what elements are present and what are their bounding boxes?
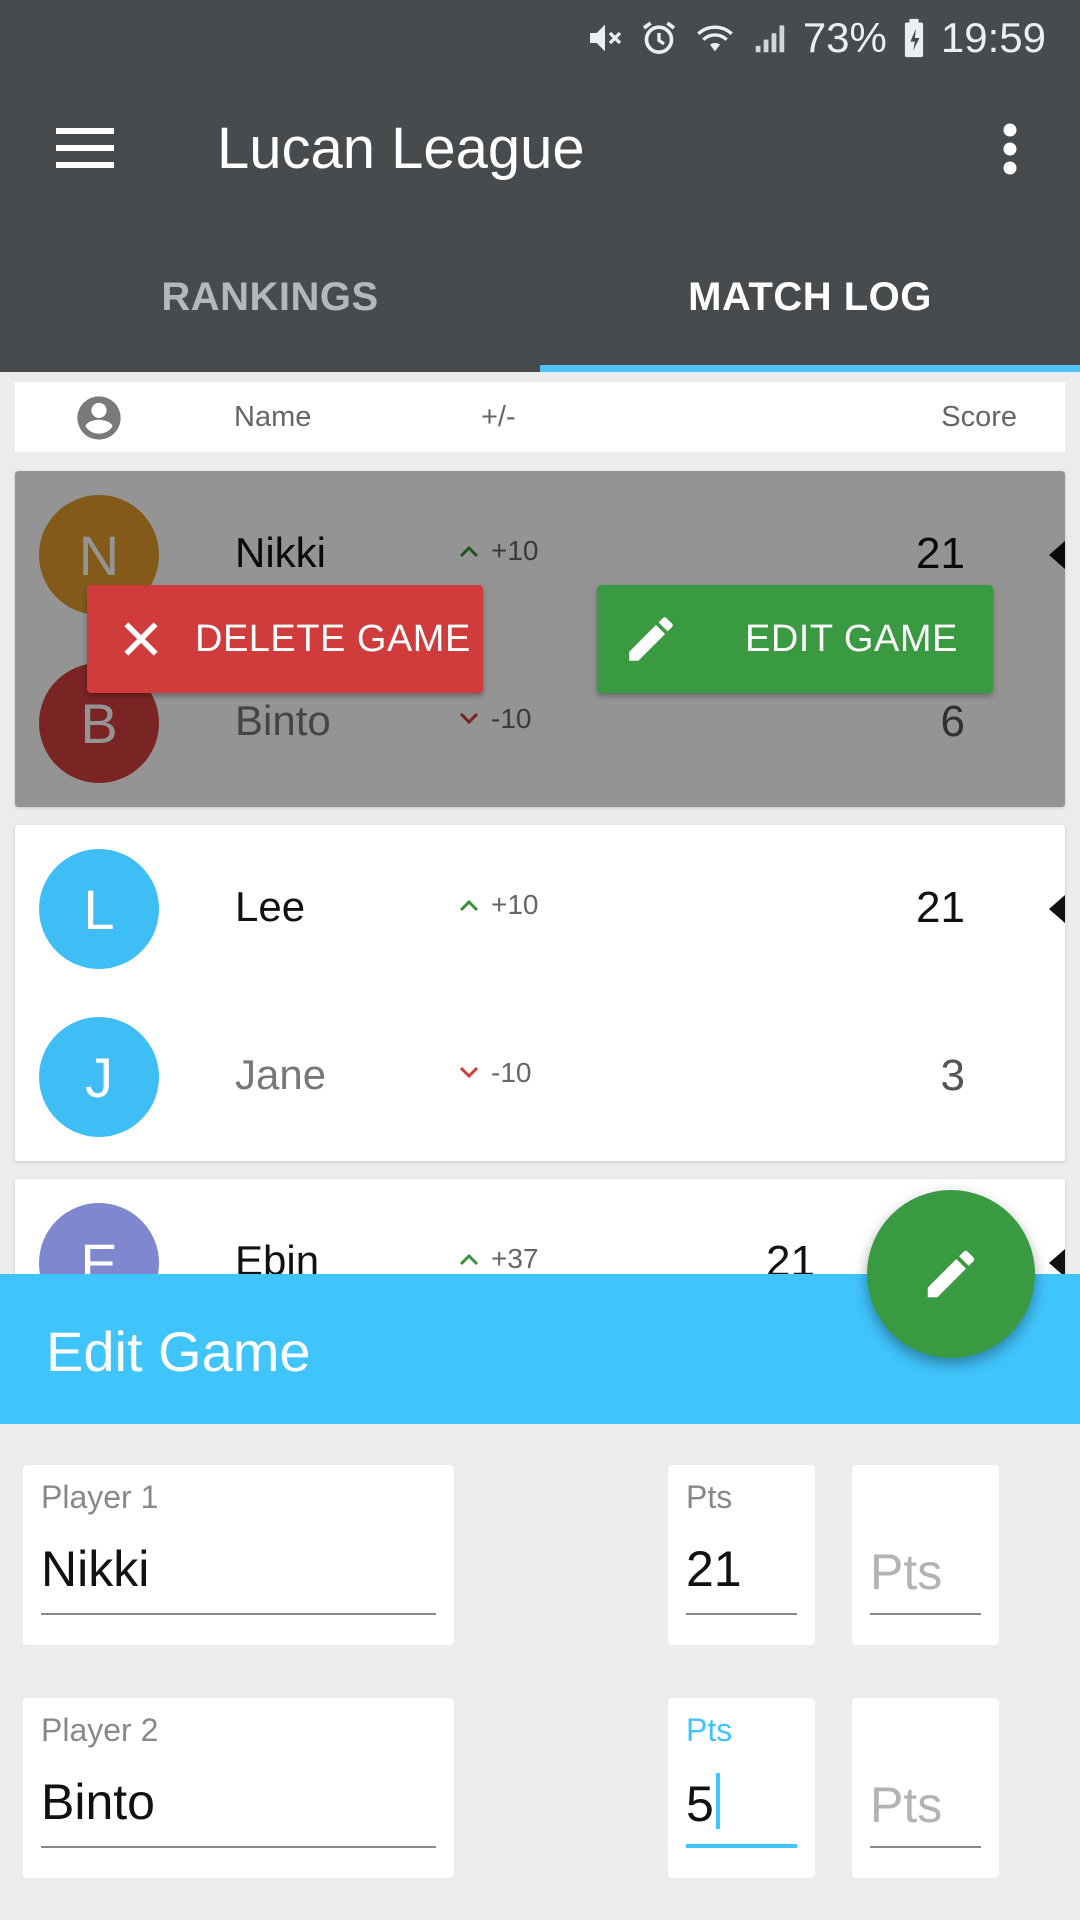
player2-pts2-field[interactable]: Pts (852, 1698, 999, 1878)
column-plus-minus: +/- (481, 401, 516, 433)
app-title: Lucan League (217, 116, 585, 181)
player2-pts-field[interactable]: Pts 5 (668, 1698, 815, 1878)
alarm-icon (639, 18, 679, 58)
tab-indicator (540, 365, 1080, 372)
chevron-down-icon (459, 1066, 479, 1080)
delta-value: +37 (491, 1243, 539, 1274)
delta-value: -10 (491, 1057, 532, 1088)
input-underline (686, 1613, 797, 1615)
status-bar: 73% 19:59 (0, 0, 1080, 75)
winner-marker (1049, 895, 1065, 923)
player-score: 21 (916, 883, 965, 932)
winner-marker (1049, 1249, 1065, 1277)
app-bar: 73% 19:59 Lucan League RANKINGS MATCH LO… (0, 0, 1080, 372)
hamburger-icon (56, 128, 114, 168)
player2-pts-label: Pts (686, 1712, 733, 1748)
player2-field[interactable]: Player 2 Binto (23, 1698, 454, 1878)
player-name: Lee (235, 883, 306, 930)
avatar: L (39, 849, 159, 969)
player-name: Jane (235, 1051, 327, 1098)
player2-label: Player 2 (41, 1712, 159, 1748)
match-log-header: Name +/- Score (15, 382, 1065, 452)
game-card[interactable]: L Lee +10 21 J Jane -10 3 (15, 825, 1065, 1161)
input-underline (870, 1613, 981, 1615)
tab-label: RANKINGS (161, 275, 379, 319)
delete-game-label: DELETE GAME (195, 617, 471, 660)
player1-field[interactable]: Player 1 Nikki (23, 1465, 454, 1645)
tab-rankings[interactable]: RANKINGS (0, 223, 540, 372)
rating-delta: -10 (459, 1057, 531, 1089)
column-name: Name (234, 401, 312, 433)
player1-value[interactable]: Nikki (41, 1540, 149, 1598)
pencil-icon (927, 1250, 975, 1298)
player2-value[interactable]: Binto (41, 1773, 155, 1831)
player2-pts-value: 5 (686, 1776, 714, 1832)
edit-game-form: Player 1 Nikki Pts 21 Pts Player 2 Binto… (0, 1424, 1080, 1920)
mute-icon (585, 18, 625, 58)
player1-pts2-field[interactable]: Pts (852, 1465, 999, 1645)
input-underline (870, 1846, 981, 1848)
account-circle-icon (77, 396, 121, 440)
more-vert-icon (1003, 123, 1017, 175)
close-icon (87, 617, 195, 661)
menu-button[interactable] (40, 113, 130, 183)
player1-pts-label: Pts (686, 1479, 733, 1515)
edit-game-title: Edit Game (46, 1320, 311, 1383)
tab-match-log[interactable]: MATCH LOG (540, 223, 1080, 372)
player-score: 3 (940, 1051, 965, 1100)
battery-icon (901, 18, 927, 58)
player1-label: Player 1 (41, 1479, 159, 1515)
player2-pts-input[interactable]: 5 (686, 1773, 720, 1833)
delta-value: +10 (491, 889, 539, 920)
input-underline (41, 1846, 436, 1848)
delete-game-button[interactable]: DELETE GAME (87, 585, 483, 693)
chevron-up-icon (459, 1252, 479, 1266)
game-row-loser: J Jane -10 3 (15, 993, 1065, 1161)
pencil-icon (597, 610, 705, 668)
player2-pts2-placeholder[interactable]: Pts (870, 1776, 942, 1834)
toolbar: Lucan League (0, 75, 1080, 223)
rating-delta: +10 (459, 889, 539, 921)
player1-pts-field[interactable]: Pts 21 (668, 1465, 815, 1645)
wifi-icon (693, 18, 737, 58)
battery-percent: 73% (802, 13, 887, 61)
input-underline (41, 1613, 436, 1615)
overflow-menu-button[interactable] (980, 109, 1040, 189)
rating-delta: +37 (459, 1243, 539, 1275)
edit-game-button[interactable]: EDIT GAME (597, 585, 993, 693)
clock: 19:59 (940, 13, 1046, 61)
tab-bar: RANKINGS MATCH LOG (0, 223, 1080, 372)
column-score: Score (941, 401, 1017, 433)
text-caret (715, 1773, 720, 1829)
game-row-winner: L Lee +10 21 (15, 825, 1065, 993)
tab-label: MATCH LOG (688, 275, 932, 319)
player1-pts-value[interactable]: 21 (686, 1540, 742, 1598)
signal-icon (751, 18, 789, 58)
player1-pts2-placeholder[interactable]: Pts (870, 1543, 942, 1601)
edit-fab-button[interactable] (867, 1190, 1035, 1358)
avatar: J (39, 1017, 159, 1137)
edit-game-label: EDIT GAME (745, 617, 958, 660)
input-underline (686, 1844, 797, 1848)
chevron-up-icon (459, 898, 479, 912)
